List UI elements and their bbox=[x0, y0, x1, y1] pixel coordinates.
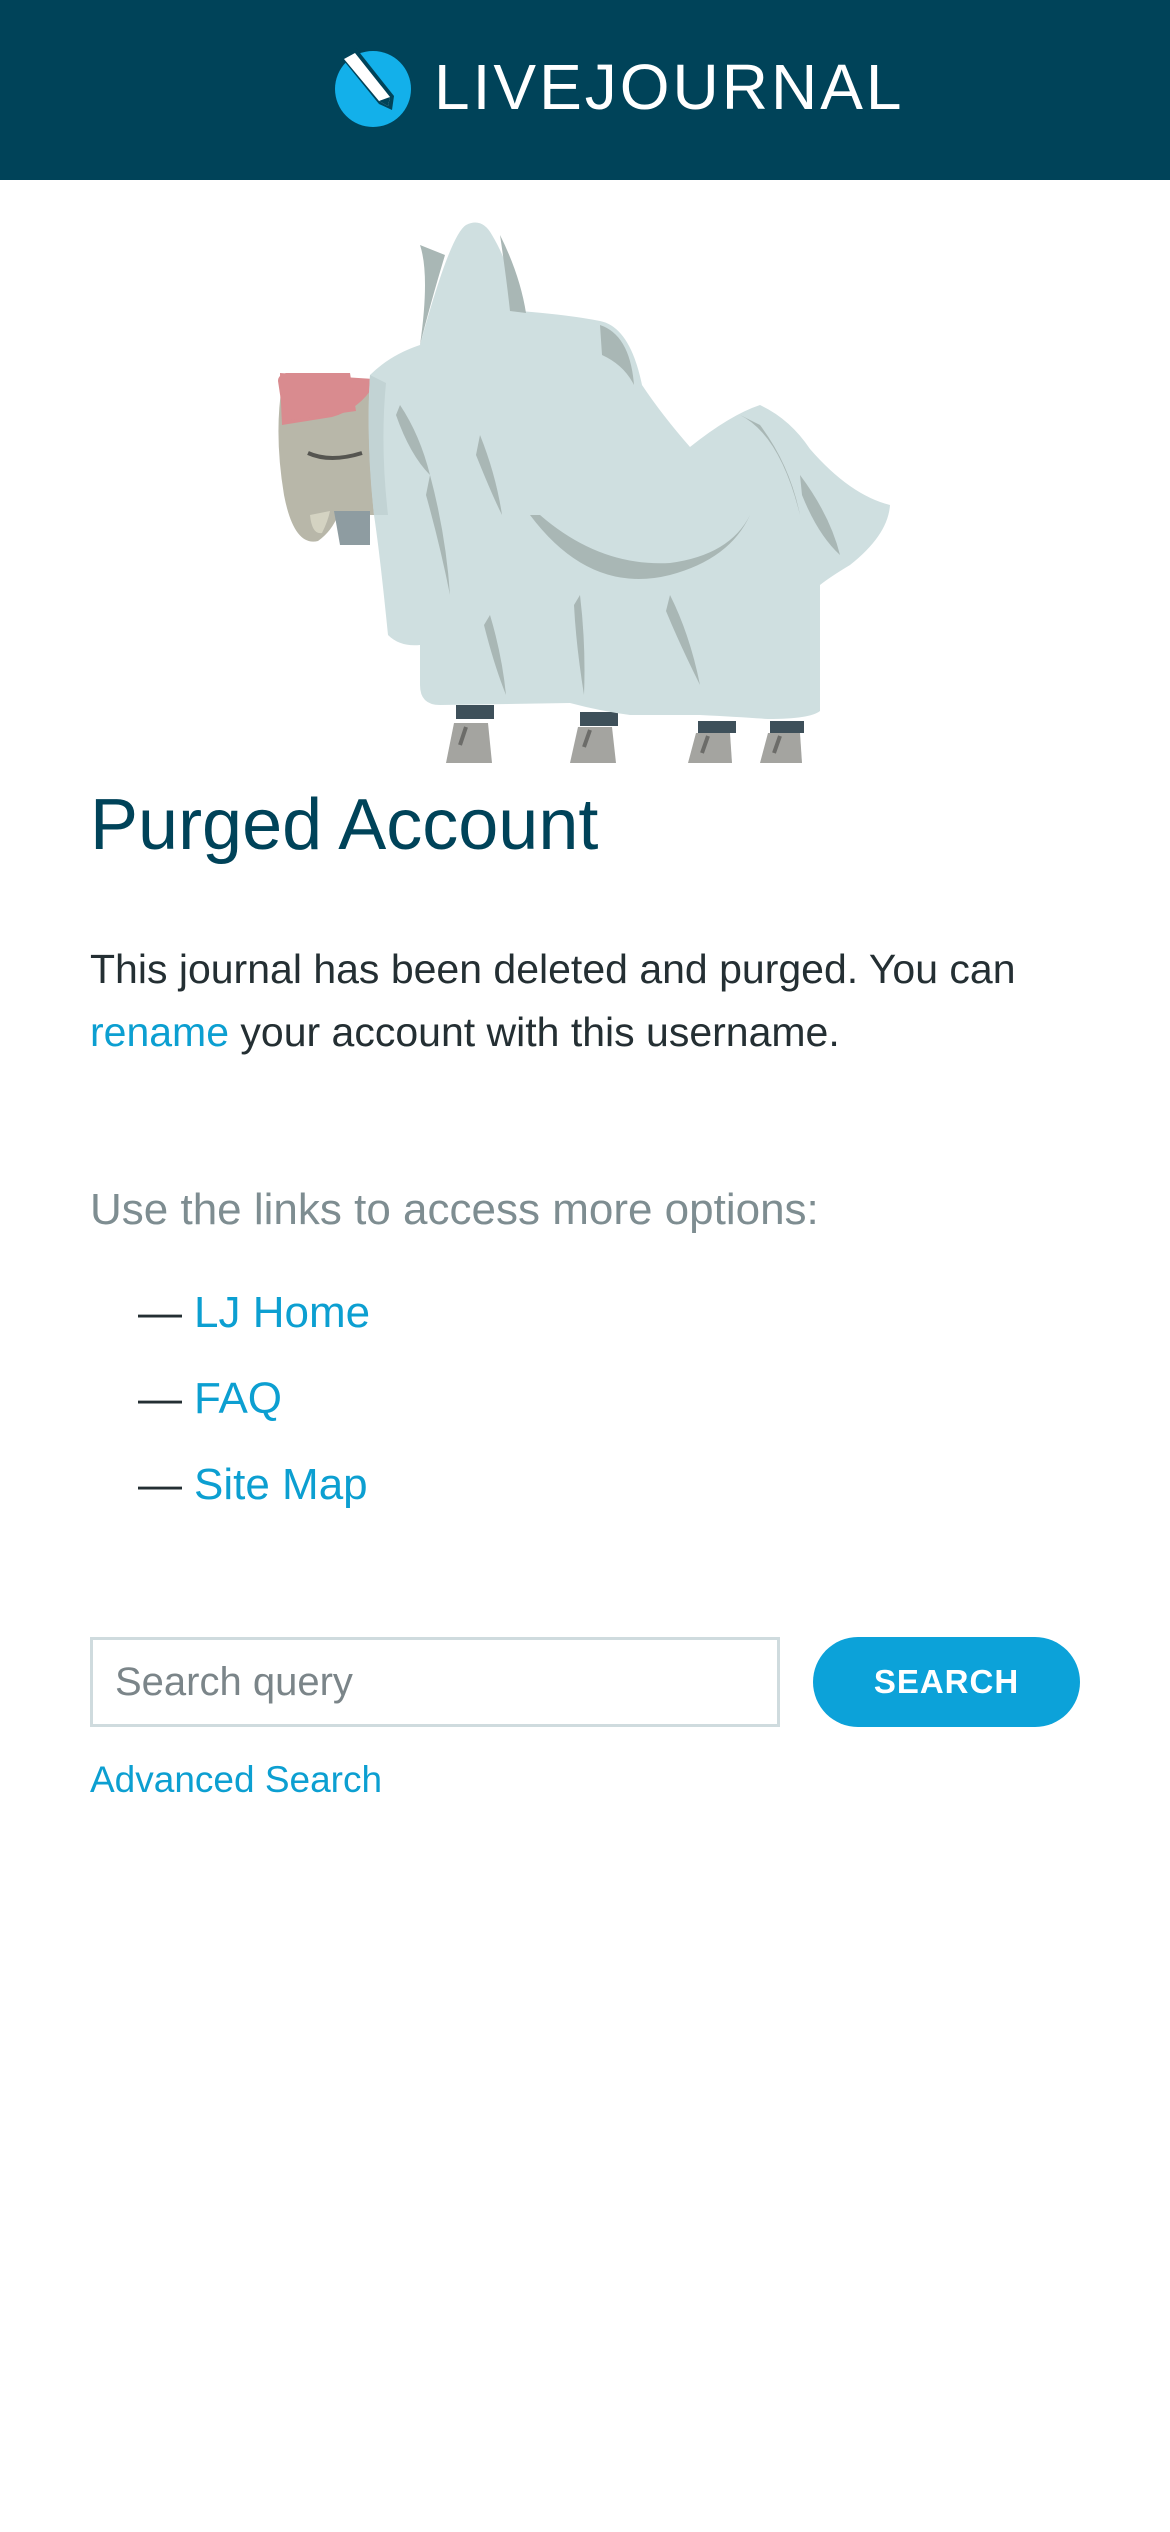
dash-bullet: — bbox=[138, 1460, 182, 1509]
list-item: — Site Map bbox=[138, 1455, 370, 1541]
brand-name: LIVEJOURNAL bbox=[434, 51, 905, 123]
search-button[interactable]: SEARCH bbox=[813, 1637, 1080, 1727]
options-link-list: — LJ Home — FAQ — Site Map bbox=[138, 1283, 370, 1541]
page-title: Purged Account bbox=[90, 785, 599, 865]
dash-bullet: — bbox=[138, 1374, 182, 1423]
list-item: — FAQ bbox=[138, 1369, 370, 1455]
ghost-sheet bbox=[368, 222, 891, 720]
search-input[interactable] bbox=[90, 1637, 780, 1727]
message-text-before: This journal has been deleted and purged… bbox=[90, 946, 1016, 992]
faq-link[interactable]: FAQ bbox=[194, 1374, 282, 1423]
ghost-sheet-creature-illustration bbox=[278, 222, 891, 763]
dash-bullet: — bbox=[138, 1288, 182, 1337]
purged-message: This journal has been deleted and purged… bbox=[90, 938, 1090, 1064]
livejournal-logo[interactable]: LIVEJOURNAL bbox=[330, 42, 904, 132]
site-map-link[interactable]: Site Map bbox=[194, 1460, 368, 1509]
rename-link[interactable]: rename bbox=[90, 1009, 229, 1055]
livejournal-pencil-logo-icon bbox=[335, 48, 411, 127]
site-header: LIVEJOURNAL bbox=[0, 0, 1170, 180]
options-heading: Use the links to access more options: bbox=[90, 1185, 819, 1234]
message-text-after: your account with this username. bbox=[229, 1009, 840, 1055]
lj-home-link[interactable]: LJ Home bbox=[194, 1288, 370, 1337]
list-item: — LJ Home bbox=[138, 1283, 370, 1369]
advanced-search-link[interactable]: Advanced Search bbox=[90, 1755, 382, 1805]
